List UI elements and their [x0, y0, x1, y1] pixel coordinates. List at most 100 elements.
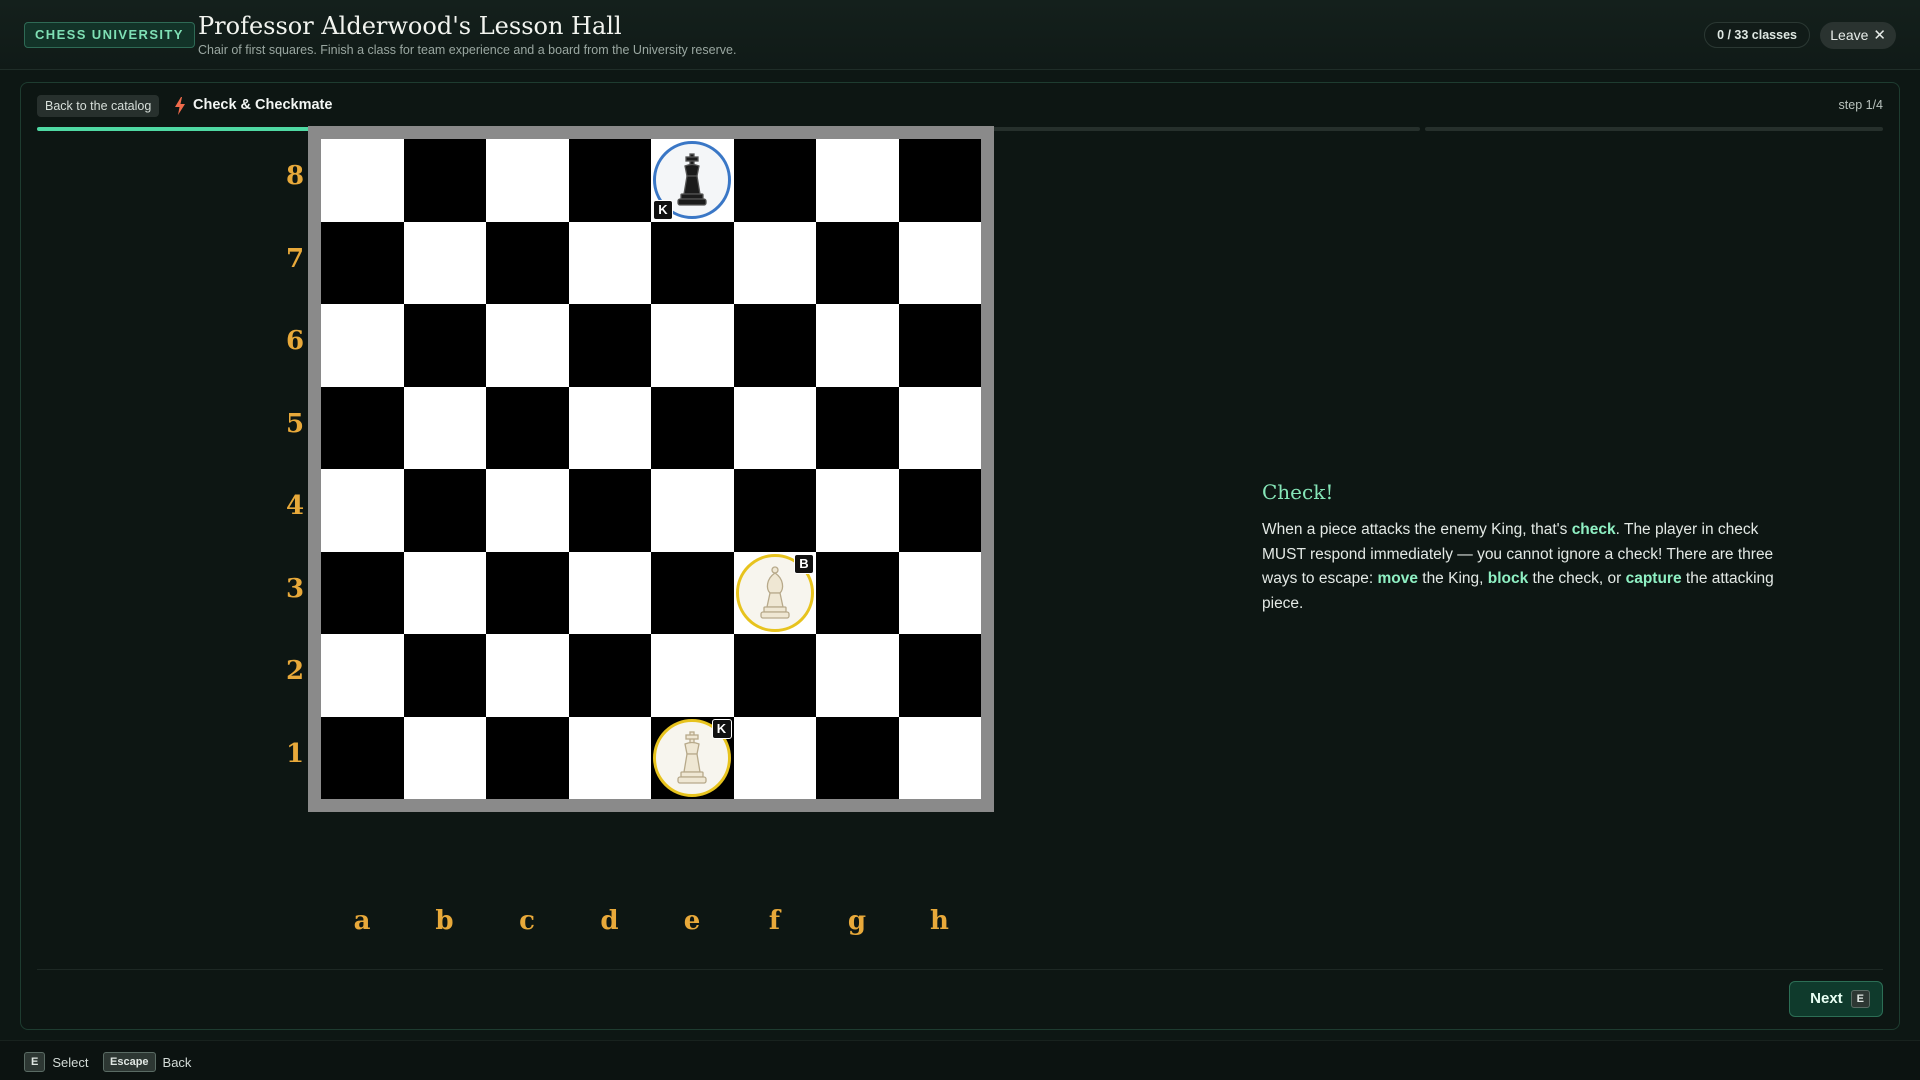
- lesson-text: When a piece attacks the enemy King, tha…: [1262, 521, 1572, 538]
- square-e8[interactable]: K: [651, 139, 734, 222]
- square-b4[interactable]: [403, 469, 486, 552]
- square-c8[interactable]: [486, 139, 569, 222]
- square-d1[interactable]: [568, 716, 651, 799]
- square-b2[interactable]: [403, 634, 486, 717]
- square-d7[interactable]: [568, 221, 651, 304]
- square-e1[interactable]: K: [651, 716, 734, 799]
- file-label-c: c: [519, 906, 535, 936]
- square-h2[interactable]: [898, 634, 981, 717]
- square-c4[interactable]: [486, 469, 569, 552]
- square-g1[interactable]: [816, 716, 899, 799]
- square-f4[interactable]: [733, 469, 816, 552]
- square-h3[interactable]: [898, 551, 981, 634]
- lesson-content: Check! When a piece attacks the enemy Ki…: [1262, 480, 1802, 616]
- next-label: Next: [1810, 990, 1843, 1007]
- rank-label-5: 5: [285, 408, 305, 439]
- square-g2[interactable]: [816, 634, 899, 717]
- square-g4[interactable]: [816, 469, 899, 552]
- black-king-icon: [667, 152, 717, 208]
- rank-label-6: 6: [285, 326, 305, 356]
- page-title: Professor Alderwood's Lesson Hall: [198, 12, 622, 40]
- square-f7[interactable]: [733, 221, 816, 304]
- step-indicator: step 1/4: [1838, 98, 1883, 112]
- square-a2[interactable]: [321, 634, 404, 717]
- back-to-catalog-button[interactable]: Back to the catalog: [37, 95, 160, 117]
- square-f5[interactable]: [733, 386, 816, 469]
- square-d2[interactable]: [568, 634, 651, 717]
- square-d8[interactable]: [568, 139, 651, 222]
- file-label-g: g: [847, 906, 867, 936]
- square-e6[interactable]: [651, 304, 734, 387]
- square-h1[interactable]: [898, 716, 981, 799]
- square-d3[interactable]: [568, 551, 651, 634]
- square-f8[interactable]: [733, 139, 816, 222]
- square-e4[interactable]: [651, 469, 734, 552]
- next-button[interactable]: Next E: [1789, 981, 1883, 1017]
- square-e5[interactable]: [651, 386, 734, 469]
- square-b7[interactable]: [403, 221, 486, 304]
- chess-board[interactable]: K B K: [321, 139, 981, 799]
- square-f6[interactable]: [733, 304, 816, 387]
- square-f1[interactable]: [733, 716, 816, 799]
- square-c2[interactable]: [486, 634, 569, 717]
- lesson-title: Check & Checkmate: [193, 97, 333, 113]
- square-d5[interactable]: [568, 386, 651, 469]
- square-a7[interactable]: [321, 221, 404, 304]
- square-a3[interactable]: [321, 551, 404, 634]
- square-c1[interactable]: [486, 716, 569, 799]
- square-a1[interactable]: [321, 716, 404, 799]
- square-h5[interactable]: [898, 386, 981, 469]
- square-d4[interactable]: [568, 469, 651, 552]
- piece-letter-badge: B: [794, 553, 814, 574]
- piece-letter-badge: K: [653, 199, 673, 220]
- square-f3[interactable]: B: [733, 551, 816, 634]
- square-a5[interactable]: [321, 386, 404, 469]
- square-h4[interactable]: [898, 469, 981, 552]
- step-segment: [962, 127, 1421, 131]
- step-segment: [1425, 127, 1883, 131]
- lightning-bolt-icon: [175, 97, 185, 115]
- square-d6[interactable]: [568, 304, 651, 387]
- key-chip: E: [24, 1052, 46, 1072]
- square-b5[interactable]: [403, 386, 486, 469]
- square-b6[interactable]: [403, 304, 486, 387]
- square-e3[interactable]: [651, 551, 734, 634]
- white-king-icon: [667, 730, 717, 786]
- key-chip: Escape: [103, 1052, 156, 1072]
- square-e2[interactable]: [651, 634, 734, 717]
- chess-board-frame: K B K: [308, 126, 994, 812]
- square-h6[interactable]: [898, 304, 981, 387]
- lesson-heading: Check!: [1262, 480, 1334, 504]
- file-label-a: a: [353, 906, 371, 936]
- square-c3[interactable]: [486, 551, 569, 634]
- square-g5[interactable]: [816, 386, 899, 469]
- square-b8[interactable]: [403, 139, 486, 222]
- divider: [37, 969, 1883, 970]
- rank-label-3: 3: [285, 573, 305, 604]
- lesson-body: When a piece attacks the enemy King, tha…: [1262, 518, 1802, 616]
- leave-button[interactable]: Leave ✕: [1820, 22, 1896, 49]
- square-a4[interactable]: [321, 469, 404, 552]
- square-g3[interactable]: [816, 551, 899, 634]
- classes-progress-badge: 0 / 33 classes: [1704, 22, 1810, 48]
- hint-label: Select: [52, 1054, 89, 1070]
- square-a6[interactable]: [321, 304, 404, 387]
- piece-letter-badge: K: [711, 718, 732, 739]
- square-c5[interactable]: [486, 386, 569, 469]
- square-b3[interactable]: [403, 551, 486, 634]
- file-label-e: e: [683, 906, 701, 936]
- square-h7[interactable]: [898, 221, 981, 304]
- square-g7[interactable]: [816, 221, 899, 304]
- close-icon: ✕: [1873, 27, 1886, 44]
- square-h8[interactable]: [898, 139, 981, 222]
- square-e7[interactable]: [651, 221, 734, 304]
- square-f2[interactable]: [733, 634, 816, 717]
- keyboard-hint-bar: E Select Escape Back: [0, 1040, 1920, 1080]
- square-g6[interactable]: [816, 304, 899, 387]
- square-g8[interactable]: [816, 139, 899, 222]
- square-c6[interactable]: [486, 304, 569, 387]
- square-a8[interactable]: [321, 139, 404, 222]
- square-c7[interactable]: [486, 221, 569, 304]
- square-b1[interactable]: [403, 716, 486, 799]
- file-label-h: h: [930, 906, 949, 936]
